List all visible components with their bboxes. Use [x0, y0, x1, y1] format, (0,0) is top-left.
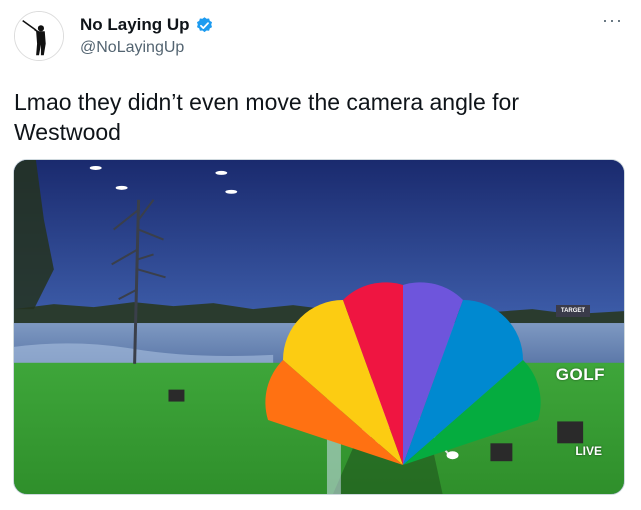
- display-name[interactable]: No Laying Up: [80, 15, 190, 35]
- verified-badge-icon: [196, 16, 212, 32]
- author-name-row: No Laying Up: [80, 15, 214, 35]
- nbc-peacock-icon: [265, 282, 541, 465]
- avatar[interactable]: [14, 11, 64, 61]
- golfer-silhouette-icon: [15, 12, 63, 60]
- tweet-media-image[interactable]: TARGET LIVE GOLF: [13, 159, 625, 495]
- more-options-icon[interactable]: ···: [602, 11, 623, 29]
- tweet-card: No Laying Up @NoLayingUp ··· Lmao they d…: [0, 0, 641, 510]
- network-logo: GOLF: [253, 270, 605, 480]
- tweet-text: Lmao they didn’t even move the camera an…: [14, 89, 520, 145]
- user-handle[interactable]: @NoLayingUp: [80, 39, 184, 57]
- network-label: GOLF: [555, 365, 605, 384]
